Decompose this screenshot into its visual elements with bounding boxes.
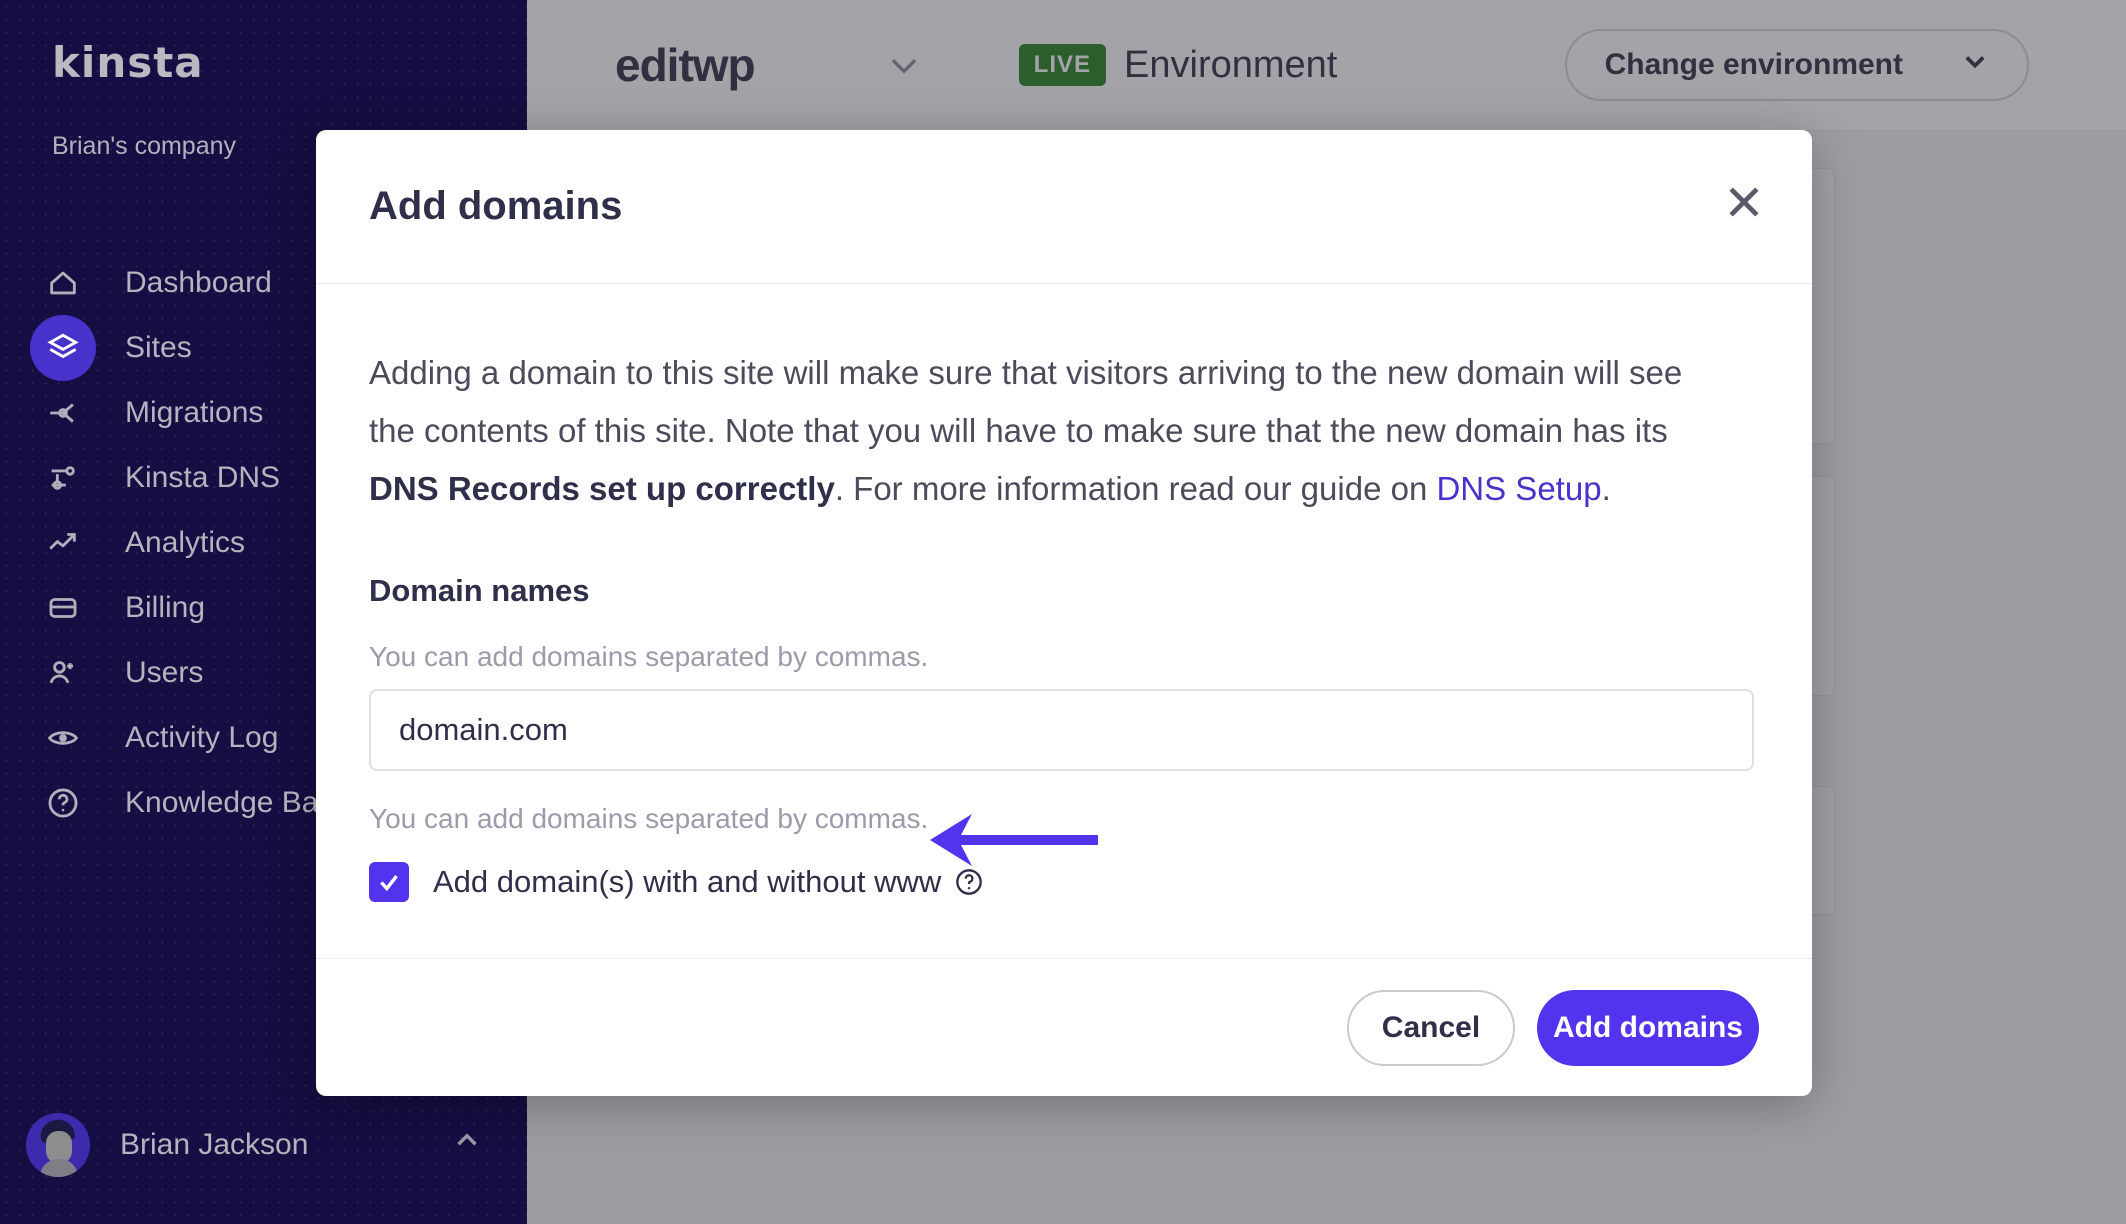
home-icon <box>30 250 96 316</box>
user-plus-icon <box>30 640 96 706</box>
cancel-button[interactable]: Cancel <box>1347 989 1515 1066</box>
chevron-up-icon[interactable] <box>450 1123 484 1157</box>
sidebar-item-label: Kinsta DNS <box>125 460 281 494</box>
sidebar-item-label: Users <box>125 655 204 689</box>
sidebar-item-label: Analytics <box>125 525 246 559</box>
trending-up-icon <box>30 510 96 576</box>
migrations-icon <box>30 380 96 446</box>
kinsta-logo[interactable]: kinsta <box>52 38 204 87</box>
add-domains-modal: Add domains Adding a domain to this site… <box>316 130 1812 1096</box>
dns-setup-link[interactable]: DNS Setup <box>1436 470 1601 507</box>
question-mark-circle-icon[interactable] <box>955 868 983 896</box>
sidebar-item-label: Dashboard <box>125 265 272 299</box>
sidebar-item-label: Activity Log <box>125 720 279 754</box>
avatar <box>26 1113 90 1177</box>
user-name: Brian Jackson <box>120 1128 309 1161</box>
modal-description: Adding a domain to this site will make s… <box>369 344 1689 518</box>
description-part2: . For more information read our guide on <box>834 470 1437 507</box>
sidebar-item-label: Migrations <box>125 395 264 429</box>
description-part1: Adding a domain to this site will make s… <box>369 354 1683 449</box>
add-domains-button[interactable]: Add domains <box>1537 989 1759 1066</box>
www-option-row: Add domain(s) with and without www <box>369 859 1759 905</box>
app-root: editwp LIVE Environment Change environme… <box>0 0 2126 1224</box>
description-part3: . <box>1601 470 1611 507</box>
sidebar-item-label: Billing <box>125 590 206 624</box>
modal-header: Add domains <box>316 130 1812 284</box>
domain-names-label: Domain names <box>369 573 590 608</box>
dns-icon <box>30 445 96 511</box>
layers-icon <box>30 314 96 381</box>
help-circle-icon <box>30 770 96 836</box>
description-bold: DNS Records set up correctly <box>369 470 835 507</box>
credit-card-icon <box>30 575 96 641</box>
modal-body: Adding a domain to this site will make s… <box>316 284 1812 905</box>
close-icon[interactable] <box>1722 180 1766 224</box>
domain-names-input[interactable] <box>369 689 1754 771</box>
sidebar-item-label: Sites <box>125 330 192 364</box>
user-menu[interactable]: Brian Jackson <box>26 1113 506 1177</box>
domain-names-help-below: You can add domains separated by commas. <box>369 803 929 834</box>
domain-names-help-above: You can add domains separated by commas. <box>369 641 929 672</box>
modal-footer: Cancel Add domains <box>316 958 1812 1096</box>
page-title: Add domains <box>369 184 623 228</box>
www-checkbox[interactable] <box>369 862 409 902</box>
www-checkbox-label: Add domain(s) with and without www <box>433 864 942 899</box>
company-name: Brian's company <box>52 132 237 160</box>
eye-icon <box>30 705 96 771</box>
